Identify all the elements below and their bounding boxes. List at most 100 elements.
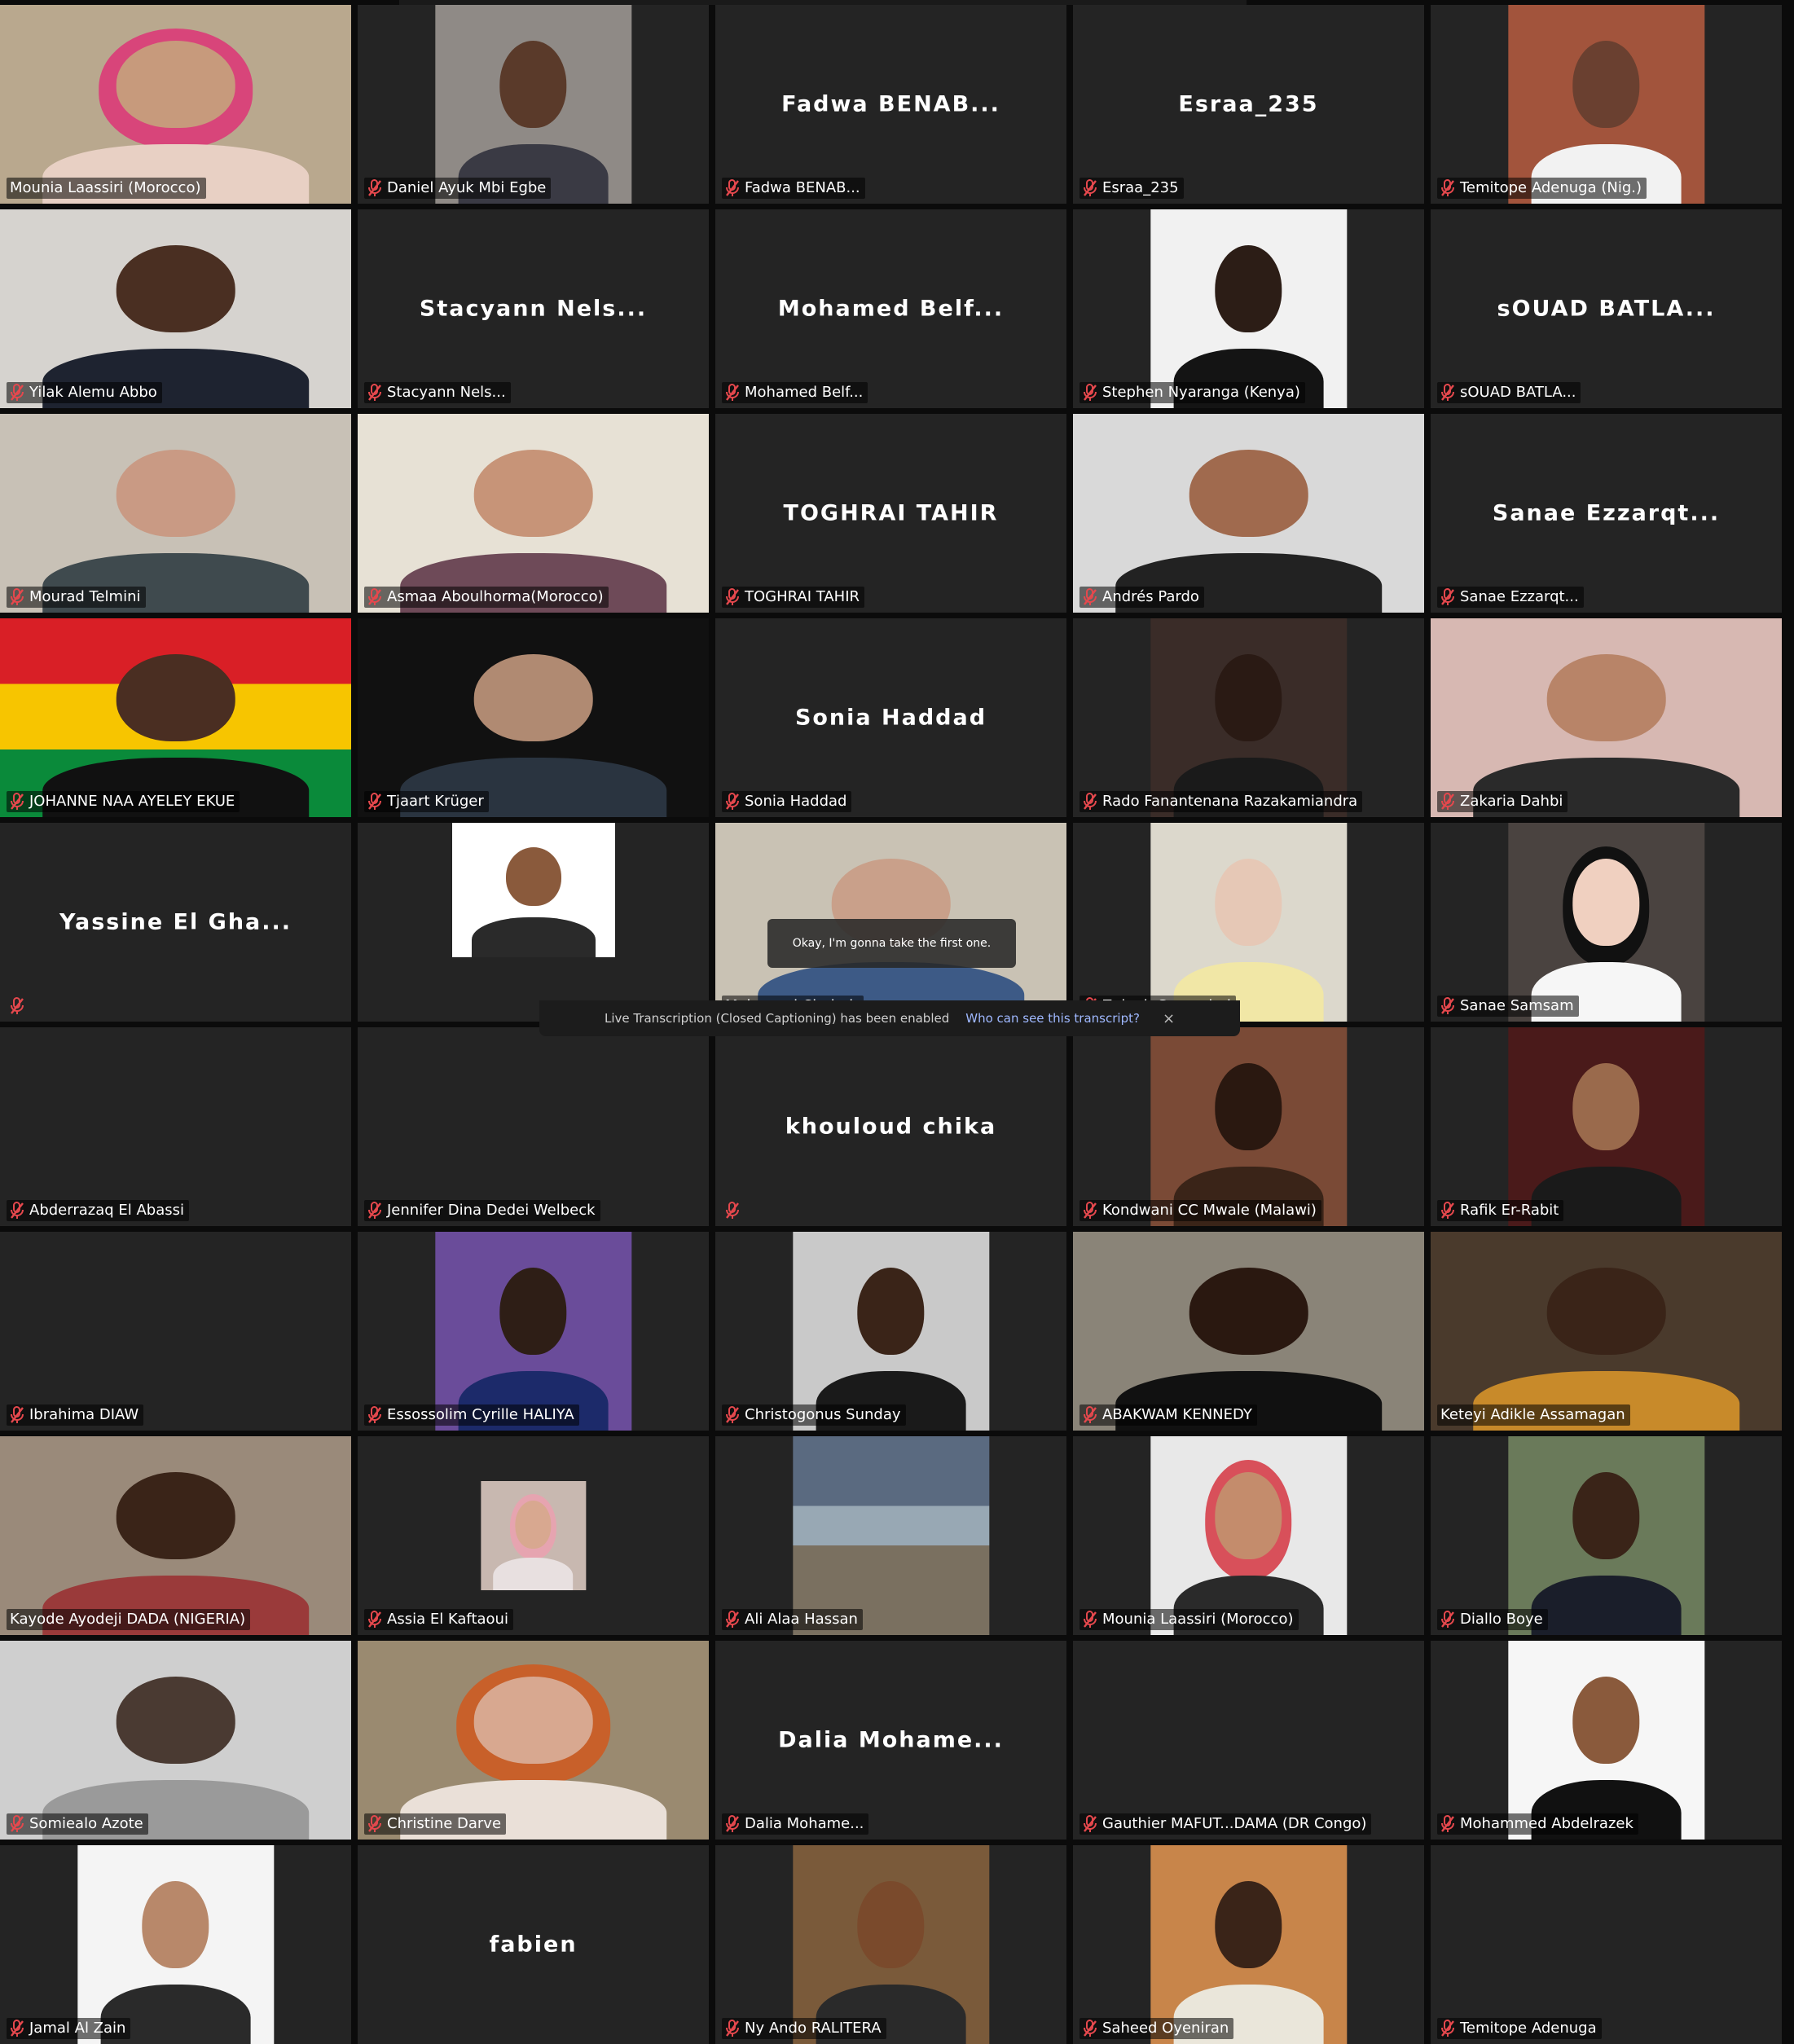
participant-display-name: Sanae Ezzarqt...: [1492, 500, 1721, 526]
participant-tile[interactable]: Sonia Haddad Sonia Haddad: [715, 618, 1066, 817]
participant-tile[interactable]: Esraa_235 Esraa_235: [1073, 5, 1424, 204]
participant-name: sOUAD BATLA...: [1460, 384, 1576, 401]
participant-tile[interactable]: Christine Darve: [358, 1641, 709, 1840]
mic-muted-icon: [1440, 179, 1455, 197]
participant-name: Jennifer Dina Dedei Welbeck: [387, 1202, 596, 1219]
participant-name-label: TOGHRAI TAHIR: [722, 587, 865, 608]
participant-name: Sanae Samsam: [1460, 997, 1574, 1014]
participant-tile[interactable]: sOUAD BATLA... sOUAD BATLA...: [1431, 209, 1782, 408]
participant-tile[interactable]: Mounia Laassiri (Morocco): [0, 5, 351, 204]
participant-tile[interactable]: Jennifer Dina Dedei Welbeck: [358, 1027, 709, 1226]
mic-muted-icon: [1083, 1611, 1097, 1629]
participant-tile[interactable]: Stacyann Nels... Stacyann Nels...: [358, 209, 709, 408]
participant-tile[interactable]: Mourad Telmini: [0, 414, 351, 613]
participant-tile[interactable]: Assia El Kaftaoui: [358, 1436, 709, 1635]
participant-name-label: JOHANNE NAA AYELEY EKUE: [7, 791, 240, 812]
participant-display-name: Fadwa BENAB...: [781, 91, 1000, 117]
participant-name-label: Mounia Laassiri (Morocco): [1079, 1609, 1299, 1630]
participant-tile[interactable]: Zainab Soumaimi: [1073, 823, 1424, 1022]
participant-tile[interactable]: JOHANNE NAA AYELEY EKUE: [0, 618, 351, 817]
participant-name: Mohammed Abdelrazek: [1460, 1815, 1634, 1832]
participant-display-name: Mohamed Belf...: [777, 296, 1005, 322]
participant-name-label: Mourad Telmini: [7, 587, 146, 608]
participant-tile[interactable]: khouloud chika: [715, 1027, 1066, 1226]
participant-name-label: Andrés Pardo: [1079, 587, 1204, 608]
participant-tile[interactable]: Jamal Al Zain: [0, 1845, 351, 2044]
participant-tile[interactable]: Abderrazaq El Abassi: [0, 1027, 351, 1226]
participant-tile[interactable]: Kayode Ayodeji DADA (NIGERIA): [0, 1436, 351, 1635]
participant-name-label: Ny Ando RALITERA: [722, 2018, 886, 2039]
participant-tile[interactable]: Dalia Mohame... Dalia Mohame...: [715, 1641, 1066, 1840]
participant-video: [1507, 1641, 1705, 1840]
participant-tile[interactable]: Mounia Laassiri (Morocco): [1073, 1436, 1424, 1635]
participant-name-label: Mohamed Belf...: [722, 382, 868, 403]
participant-tile[interactable]: Rado Fanantenana Razakamiandra: [1073, 618, 1424, 817]
participant-name: Stephen Nyaranga (Kenya): [1102, 384, 1300, 401]
participant-tile[interactable]: Tjaart Krüger: [358, 618, 709, 817]
participant-video: [0, 1641, 351, 1840]
participant-tile[interactable]: [358, 823, 709, 1022]
participant-tile[interactable]: Andrés Pardo: [1073, 414, 1424, 613]
participant-video: [1431, 1232, 1782, 1431]
close-icon[interactable]: ×: [1163, 1010, 1175, 1027]
mic-muted-icon: [367, 588, 382, 606]
participant-tile[interactable]: Asmaa Aboulhorma(Morocco): [358, 414, 709, 613]
participant-name-label: Yilak Alemu Abbo: [7, 382, 162, 403]
participant-tile[interactable]: Somiealo Azote: [0, 1641, 351, 1840]
participant-face: [1189, 1267, 1308, 1356]
participant-tile[interactable]: Saheed Oyeniran: [1073, 1845, 1424, 2044]
participant-video: [1507, 823, 1705, 1022]
participant-video: [1150, 1027, 1348, 1226]
participant-tile[interactable]: Ibrahima DIAW: [0, 1232, 351, 1431]
participant-face: [857, 1880, 925, 1969]
participant-tile[interactable]: Daniel Ayuk Mbi Egbe: [358, 5, 709, 204]
participant-tile[interactable]: Keteyi Adikle Assamagan: [1431, 1232, 1782, 1431]
participant-tile[interactable]: Rafik Er-Rabit: [1431, 1027, 1782, 1226]
participant-tile[interactable]: Fadwa BENAB... Fadwa BENAB...: [715, 5, 1066, 204]
participant-tile[interactable]: Diallo Boye: [1431, 1436, 1782, 1635]
participant-name-label: Esraa_235: [1079, 178, 1184, 199]
participant-tile[interactable]: Ny Ando RALITERA: [715, 1845, 1066, 2044]
participant-name-label: Mohammed Abdelrazek: [1437, 1813, 1638, 1835]
participant-video: [0, 5, 351, 204]
transcript-visibility-link[interactable]: Who can see this transcript?: [965, 1011, 1140, 1026]
participant-name: Diallo Boye: [1460, 1611, 1543, 1628]
participant-body: [1531, 1575, 1682, 1635]
notice-text: Live Transcription (Closed Captioning) h…: [604, 1011, 950, 1026]
participant-name-label: Ibrahima DIAW: [7, 1404, 144, 1426]
mic-muted-icon: [367, 384, 382, 402]
participant-tile[interactable]: Mohammed Abdelrazek: [1431, 1641, 1782, 1840]
participant-name-label: Christine Darve: [364, 1813, 507, 1835]
participant-tile[interactable]: Kondwani CC Mwale (Malawi): [1073, 1027, 1424, 1226]
participant-face: [515, 1501, 552, 1549]
participant-video: [0, 618, 351, 817]
participant-video: [0, 1436, 351, 1635]
participant-tile[interactable]: Essossolim Cyrille HALIYA: [358, 1232, 709, 1431]
participant-tile[interactable]: Zakaria Dahbi: [1431, 618, 1782, 817]
participant-tile[interactable]: Gauthier MAFUT...DAMA (DR Congo): [1073, 1641, 1424, 1840]
participant-tile[interactable]: Mohamed Belf... Mohamed Belf...: [715, 209, 1066, 408]
participant-tile[interactable]: Temitope Adenuga: [1431, 1845, 1782, 2044]
mic-muted-icon: [1440, 793, 1455, 811]
participant-tile[interactable]: TOGHRAI TAHIR TOGHRAI TAHIR: [715, 414, 1066, 613]
participant-name-label: Temitope Adenuga (Nig.): [1437, 178, 1647, 199]
participant-tile[interactable]: Sanae Ezzarqt... Sanae Ezzarqt...: [1431, 414, 1782, 613]
participant-face: [1215, 1062, 1282, 1151]
participant-tile[interactable]: fabien: [358, 1845, 709, 2044]
participant-tile[interactable]: Christogonus Sunday: [715, 1232, 1066, 1431]
participant-face: [1546, 653, 1666, 742]
participant-video: [1507, 1436, 1705, 1635]
participant-tile[interactable]: Stephen Nyaranga (Kenya): [1073, 209, 1424, 408]
participant-name-label: sOUAD BATLA...: [1437, 382, 1581, 403]
participant-name: Tjaart Krüger: [387, 793, 484, 810]
participant-face: [473, 449, 593, 538]
mic-muted-icon: [1083, 384, 1097, 402]
participant-display-name: Sonia Haddad: [794, 705, 987, 731]
participant-name: Saheed Oyeniran: [1102, 2020, 1229, 2037]
participant-tile[interactable]: Temitope Adenuga (Nig.): [1431, 5, 1782, 204]
participant-tile[interactable]: Ali Alaa Hassan: [715, 1436, 1066, 1635]
participant-tile[interactable]: Sanae Samsam: [1431, 823, 1782, 1022]
participant-tile[interactable]: ABAKWAM KENNEDY: [1073, 1232, 1424, 1431]
participant-tile[interactable]: Yilak Alemu Abbo: [0, 209, 351, 408]
participant-tile[interactable]: Yassine El Gha...: [0, 823, 351, 1022]
